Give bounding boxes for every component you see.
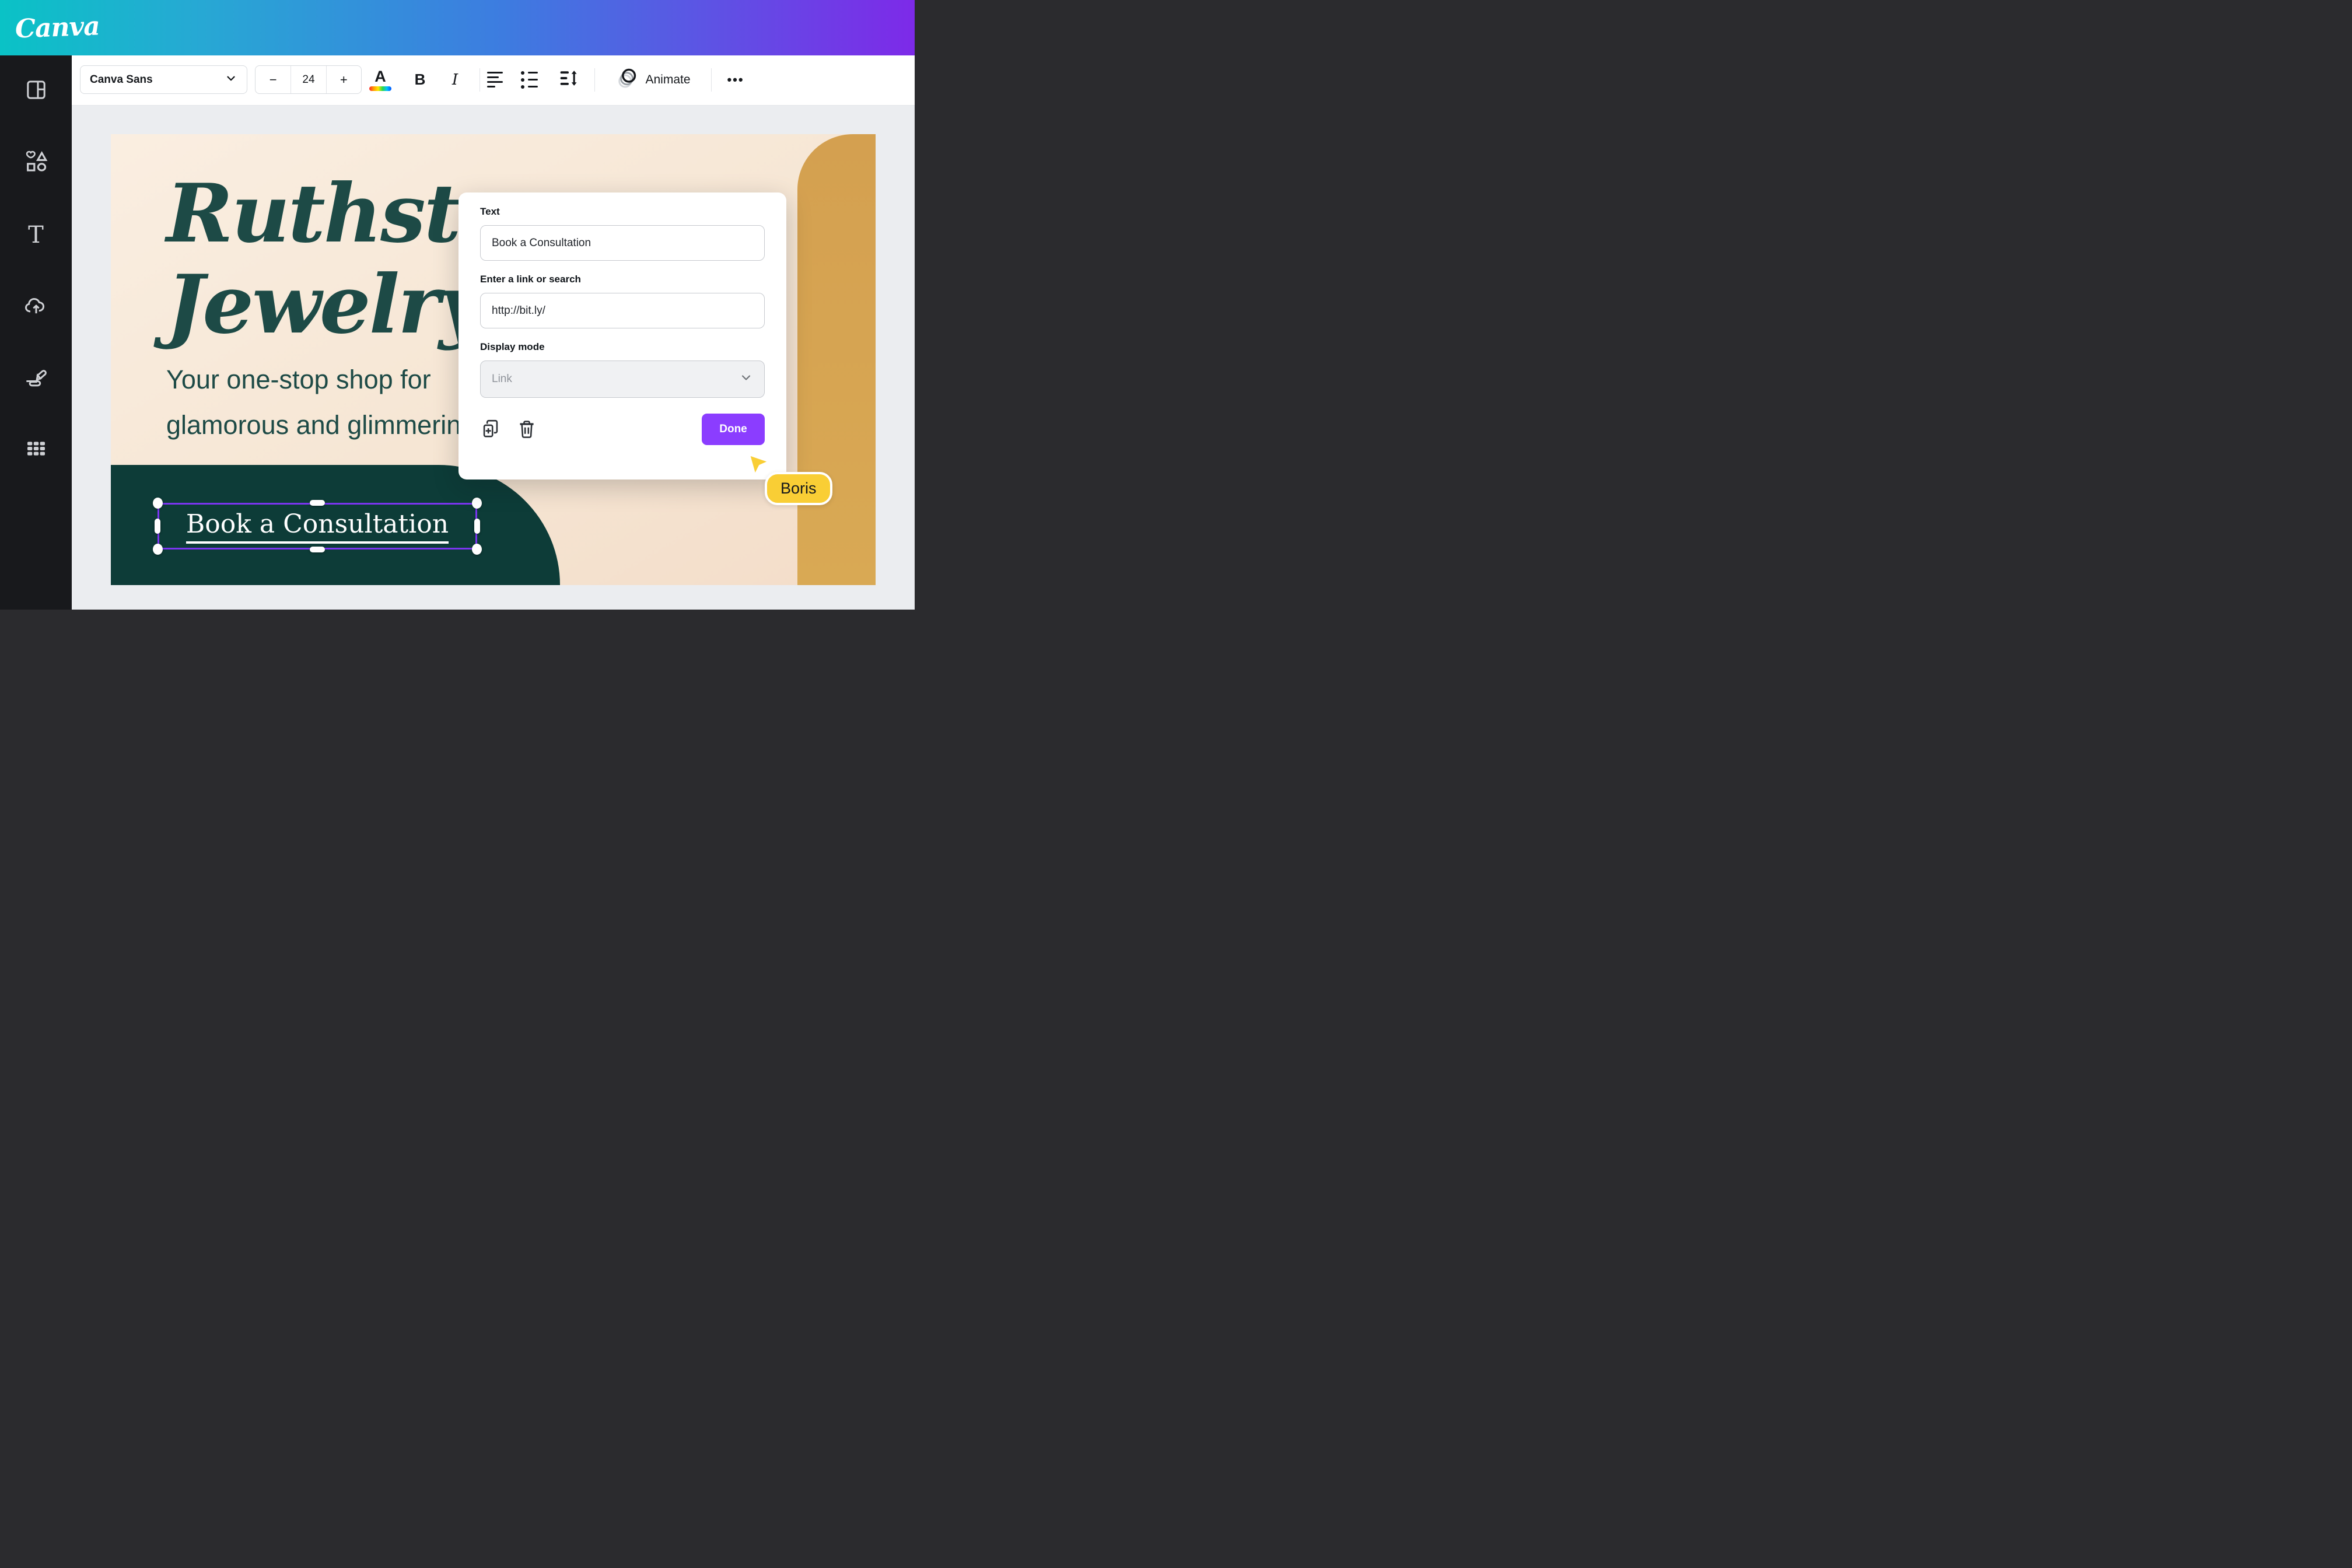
- sidebar-item-draw[interactable]: [0, 342, 72, 414]
- font-selector[interactable]: Canva Sans: [80, 65, 247, 94]
- sidebar-item-uploads[interactable]: [0, 271, 72, 342]
- display-mode-label: Display mode: [480, 341, 765, 353]
- duplicate-button[interactable]: [480, 418, 501, 440]
- animate-icon: [616, 66, 639, 93]
- subtitle-line-2: glamorous and glimmering: [166, 402, 475, 448]
- text-field-label: Text: [480, 206, 765, 218]
- collaborator-name-badge: Boris: [765, 472, 832, 505]
- increase-font-size-button[interactable]: +: [326, 66, 361, 93]
- decrease-font-size-button[interactable]: −: [256, 66, 290, 93]
- bold-button[interactable]: B: [407, 65, 433, 94]
- font-size-stepper: − 24 +: [255, 65, 362, 94]
- align-left-icon: [487, 72, 503, 88]
- toolbar-divider: [594, 68, 595, 92]
- apps-grid-icon: [24, 437, 48, 463]
- link-field-label: Enter a link or search: [480, 274, 765, 285]
- toolbar-divider: [711, 68, 712, 92]
- text-toolbar: Canva Sans − 24 + A B I: [72, 55, 915, 106]
- bulleted-list-button[interactable]: [521, 65, 548, 94]
- chevron-down-icon: [739, 370, 753, 388]
- chevron-down-icon: [225, 72, 237, 88]
- done-button[interactable]: Done: [702, 414, 765, 445]
- sidebar-item-apps[interactable]: [0, 414, 72, 486]
- font-name: Canva Sans: [90, 74, 153, 86]
- resize-handle-right[interactable]: [474, 519, 480, 534]
- resize-handle-top-left[interactable]: [153, 498, 163, 509]
- popup-footer: Done: [480, 414, 765, 445]
- display-mode-select[interactable]: Link: [480, 360, 765, 398]
- link-field-input[interactable]: [480, 293, 765, 328]
- resize-handle-bottom[interactable]: [310, 547, 325, 552]
- display-mode-value: Link: [492, 373, 512, 386]
- sidebar-item-text[interactable]: T: [0, 199, 72, 271]
- rainbow-color-bar: [369, 86, 391, 91]
- line-spacing-button[interactable]: [554, 65, 584, 94]
- text-color-button[interactable]: A: [367, 65, 394, 94]
- canva-editor: Canva T: [0, 0, 915, 610]
- text-field-input[interactable]: [480, 225, 765, 261]
- delete-button[interactable]: [516, 418, 537, 440]
- text-align-button[interactable]: [487, 65, 514, 94]
- cloud-upload-icon: [23, 293, 49, 320]
- sidebar-item-design[interactable]: [0, 55, 72, 127]
- text-icon: T: [28, 223, 44, 247]
- resize-handle-bottom-left[interactable]: [153, 544, 163, 555]
- layout-icon: [24, 78, 48, 104]
- line-spacing-icon: [559, 68, 579, 91]
- subtitle-line-1: Your one-stop shop for: [166, 357, 475, 402]
- link-editor-popup: Text Enter a link or search Display mode…: [459, 192, 786, 480]
- selected-text-element[interactable]: Book a Consultation: [158, 503, 477, 550]
- sidebar: T: [0, 55, 72, 610]
- list-icon: [521, 71, 538, 89]
- draw-icon: [23, 365, 49, 391]
- more-options-button[interactable]: •••: [718, 65, 753, 94]
- canvas-button-text[interactable]: Book a Consultation: [186, 509, 449, 544]
- animate-button[interactable]: Animate: [604, 65, 703, 94]
- text-color-letter: A: [374, 69, 386, 85]
- animate-label: Animate: [645, 73, 690, 87]
- resize-handle-left[interactable]: [155, 519, 160, 534]
- canva-logo[interactable]: Canva: [15, 11, 100, 44]
- italic-button[interactable]: I: [442, 65, 468, 94]
- resize-handle-top-right[interactable]: [472, 498, 482, 509]
- subtitle-text-element[interactable]: Your one-stop shop for glamorous and gli…: [166, 357, 475, 448]
- app-header: Canva: [0, 0, 915, 55]
- resize-handle-bottom-right[interactable]: [472, 544, 482, 555]
- font-size-value[interactable]: 24: [290, 66, 326, 93]
- shapes-icon: [24, 149, 48, 177]
- resize-handle-top[interactable]: [310, 500, 325, 506]
- gold-background-shape[interactable]: [797, 134, 876, 585]
- sidebar-item-elements[interactable]: [0, 127, 72, 199]
